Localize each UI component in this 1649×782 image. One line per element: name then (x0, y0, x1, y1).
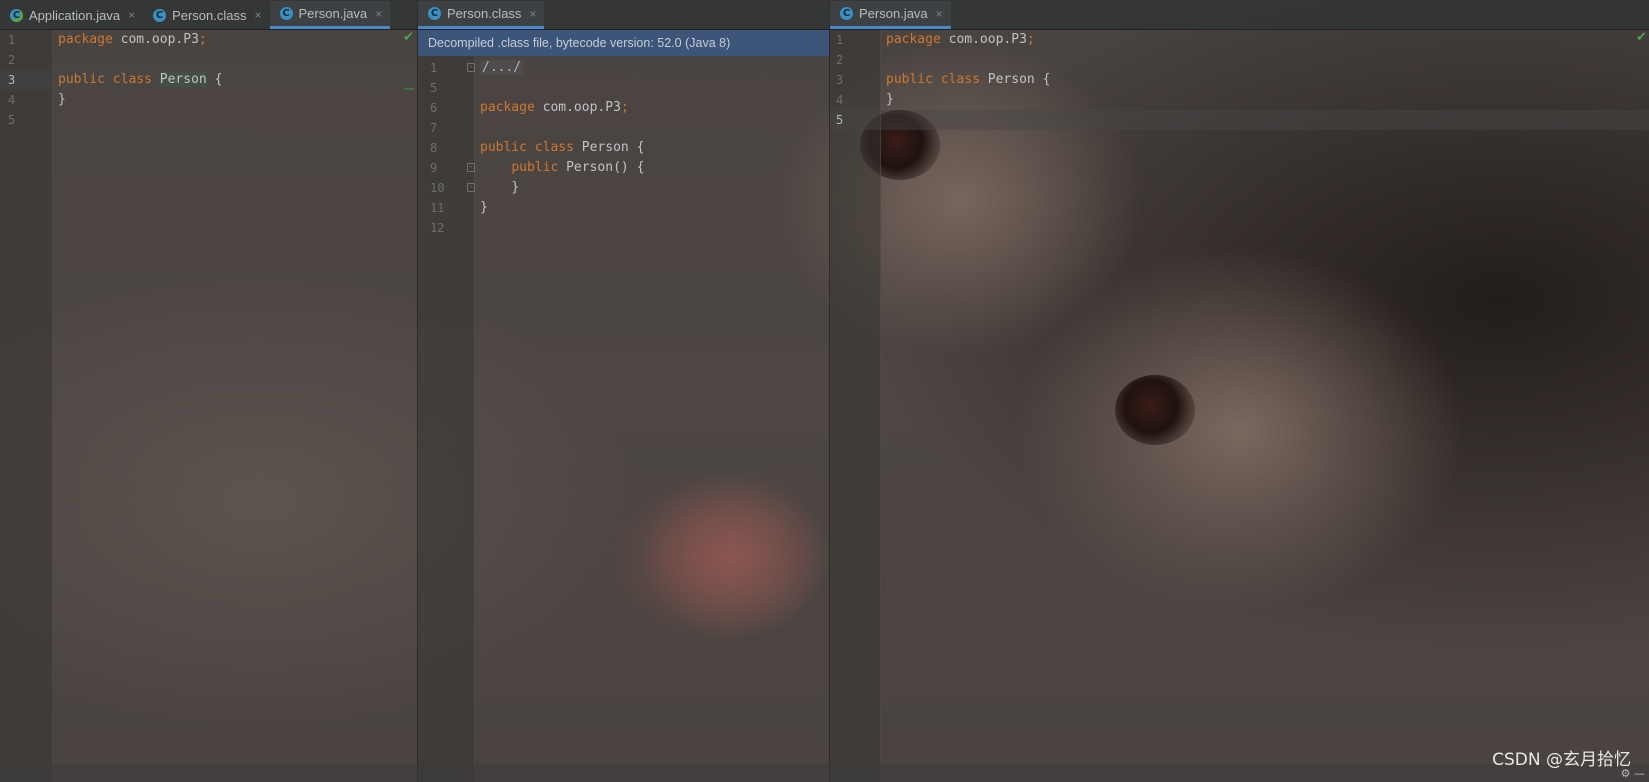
tab-label: Application.java (29, 7, 121, 23)
editor-pane-middle: C Person.class × Decompiled .class file,… (417, 0, 830, 782)
class-icon: C (10, 8, 23, 22)
folded-region[interactable]: /.../ (480, 60, 524, 75)
tab-bar-middle: C Person.class × (418, 0, 830, 30)
code-line: 1 package com.oop.P3; (0, 30, 417, 50)
code-text: } (58, 92, 66, 107)
code-text: } (480, 200, 488, 215)
line-number: 4 (8, 93, 16, 107)
line-number: 9 (430, 161, 438, 175)
line-number: 5 (8, 113, 16, 127)
code-line: 3 public class Person { (830, 70, 1649, 90)
line-number: 3 (836, 73, 844, 87)
close-icon[interactable]: × (936, 7, 943, 21)
class-icon: C (279, 7, 293, 20)
code-line: 10 - } (418, 178, 830, 198)
close-icon[interactable]: × (128, 8, 135, 22)
editor-pane-left: C Application.java × C Person.class × C … (0, 0, 417, 782)
decompiled-banner: Decompiled .class file, bytecode version… (418, 30, 830, 56)
code-line: 2 (0, 50, 417, 70)
code-text: public Person() { (511, 160, 645, 175)
code-line: 5 (418, 78, 830, 98)
fold-toggle-icon[interactable]: - (467, 163, 475, 172)
code-text: public class Person { (58, 72, 223, 87)
tab-person-class[interactable]: C Person.class × (143, 1, 269, 29)
code-line: 7 (418, 118, 830, 138)
tab-application-java[interactable]: C Application.java × (0, 1, 143, 29)
code-line-current: 5 (830, 110, 1649, 130)
tab-bar-left: C Application.java × C Person.class × C … (0, 0, 417, 30)
close-icon[interactable]: × (255, 8, 262, 22)
code-line: 5 (0, 110, 417, 130)
tab-person-java[interactable]: C Person.java × (269, 1, 391, 29)
close-icon[interactable]: × (529, 7, 536, 21)
line-number: 5 (430, 81, 438, 95)
line-number: 3 (8, 73, 16, 87)
class-icon: C (428, 7, 441, 20)
close-icon[interactable]: × (375, 7, 382, 21)
code-line: 9 - public Person() { (418, 158, 830, 178)
line-number: 1 (430, 61, 438, 75)
line-number: 5 (836, 113, 844, 127)
code-text: package com.oop.P3; (58, 32, 207, 47)
tab-label: Person.class (447, 6, 522, 21)
code-line: 4 } (0, 90, 417, 110)
watermark-text: CSDN @玄月拾忆 (1492, 750, 1631, 770)
settings-gear-icon[interactable]: ⚙ — (1621, 767, 1645, 780)
fold-toggle-icon[interactable]: - (467, 183, 475, 192)
line-number: 10 (430, 181, 445, 195)
line-number: 2 (8, 53, 16, 67)
class-icon: C (840, 7, 853, 20)
code-text: } (511, 180, 520, 195)
line-number: 8 (430, 141, 438, 155)
tab-bar-right: C Person.java × (830, 0, 1649, 30)
class-icon: C (153, 8, 167, 22)
code-editor-middle[interactable]: 1 - /.../ 5 6 package com.oop.P3; 7 8 pu… (418, 58, 830, 238)
line-number: 11 (430, 201, 445, 215)
line-number: 7 (430, 121, 438, 135)
code-line: 6 package com.oop.P3; (418, 98, 830, 118)
tab-label: Person.class (172, 7, 247, 23)
code-line-current: 3 public class Person { (0, 70, 417, 90)
tab-label: Person.java (859, 6, 928, 21)
tab-person-java[interactable]: C Person.java × (830, 1, 951, 29)
editor-pane-right: C Person.java × ✔ 1 package com.oop.P3; … (829, 0, 1649, 782)
code-text: } (886, 92, 894, 107)
line-number: 2 (836, 53, 844, 67)
line-number: 1 (836, 33, 844, 47)
line-number: 6 (430, 101, 438, 115)
line-number: 4 (836, 93, 844, 107)
code-text: public class Person { (480, 140, 645, 155)
code-text: package com.oop.P3; (886, 32, 1035, 47)
code-editor-left[interactable]: 1 package com.oop.P3; 2 3 public class P… (0, 30, 417, 130)
code-editor-right[interactable]: 1 package com.oop.P3; 2 3 public class P… (830, 30, 1649, 130)
code-line: 4 } (830, 90, 1649, 110)
line-number: 12 (430, 221, 445, 235)
code-line: 2 (830, 50, 1649, 70)
code-text: public class Person { (886, 72, 1051, 87)
code-line: 1 - /.../ (418, 58, 830, 78)
fold-toggle-icon[interactable]: - (467, 63, 475, 72)
code-line: 12 (418, 218, 830, 238)
tab-label: Person.java (298, 6, 368, 21)
code-text: /.../ (480, 58, 524, 78)
line-number: 1 (8, 33, 16, 47)
code-line: 11 } (418, 198, 830, 218)
status-bar (0, 764, 1649, 782)
tab-person-class[interactable]: C Person.class × (418, 1, 545, 29)
code-line: 1 package com.oop.P3; (830, 30, 1649, 50)
code-line: 8 public class Person { (418, 138, 830, 158)
code-text: package com.oop.P3; (480, 100, 629, 115)
